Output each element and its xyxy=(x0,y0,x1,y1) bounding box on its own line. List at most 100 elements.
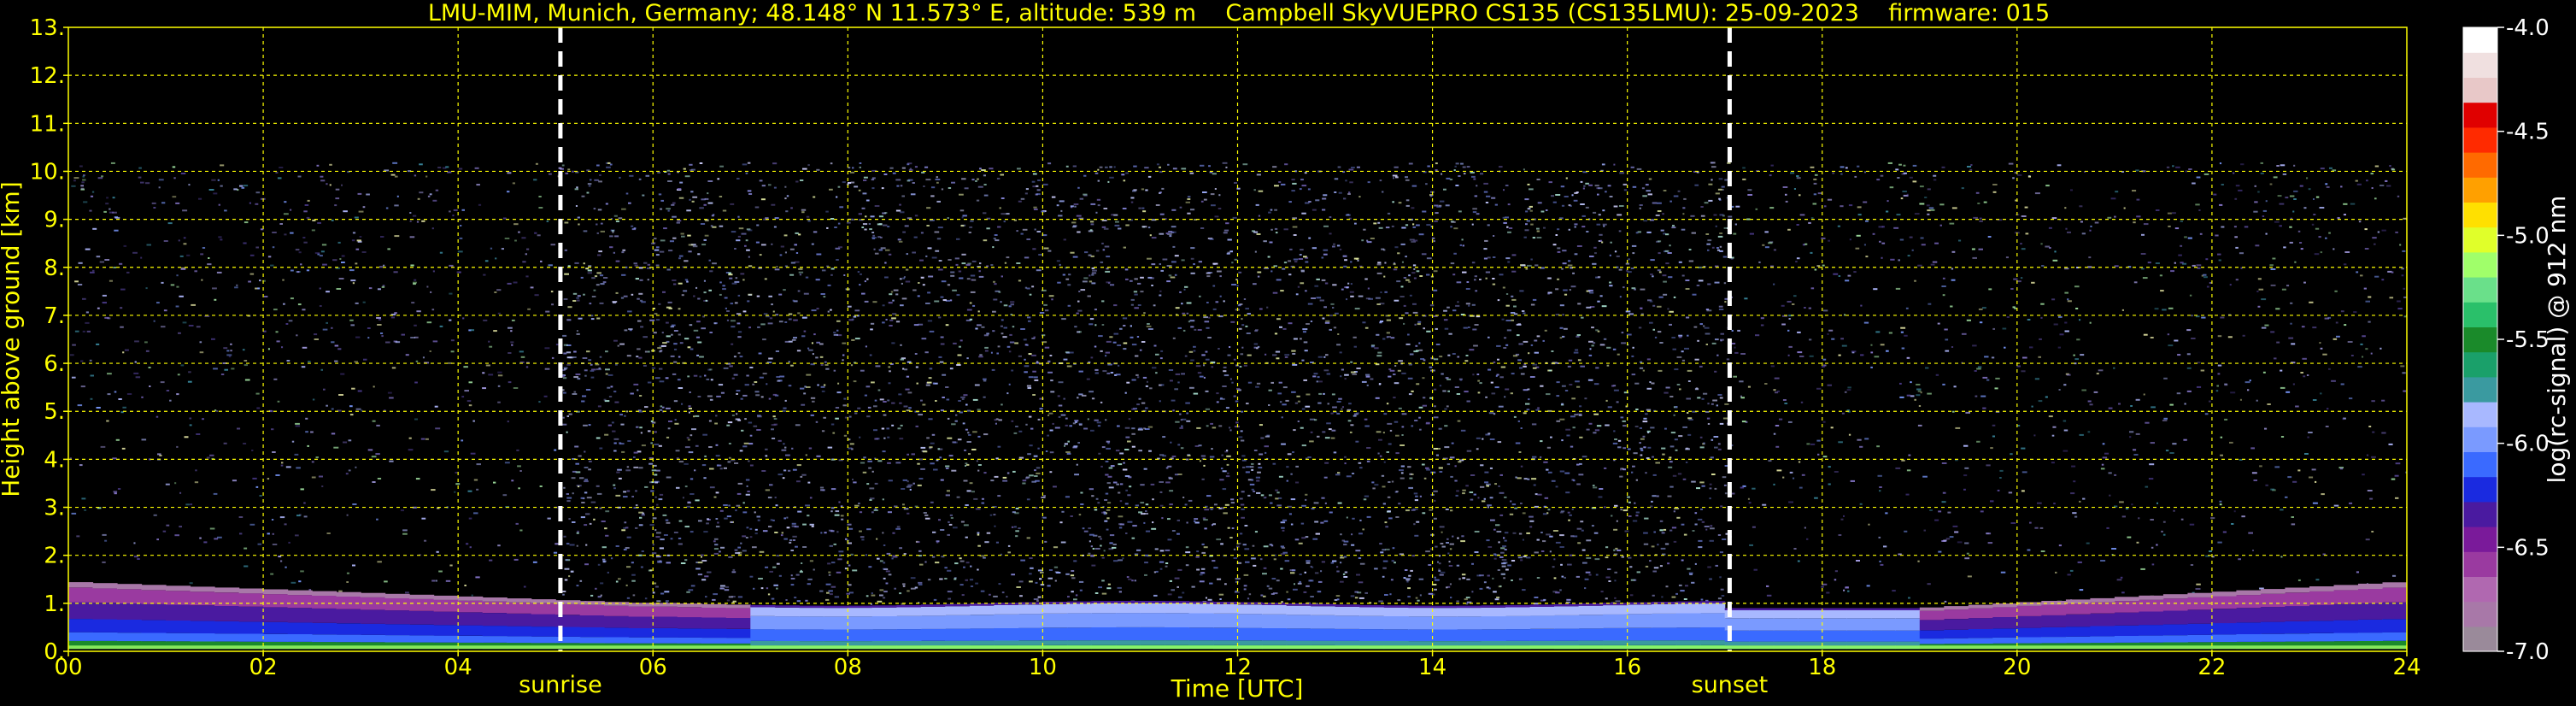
noise-speck xyxy=(1127,440,1131,443)
noise-speck xyxy=(2320,168,2325,170)
noise-speck xyxy=(455,483,461,485)
noise-speck xyxy=(2219,503,2222,506)
noise-speck xyxy=(2286,285,2290,287)
noise-speck xyxy=(965,536,968,538)
noise-speck xyxy=(1292,451,1294,453)
noise-speck xyxy=(1749,544,1753,546)
noise-speck xyxy=(931,186,936,189)
noise-speck xyxy=(1693,326,1698,328)
noise-speck xyxy=(1705,528,1708,531)
noise-speck xyxy=(1334,191,1337,193)
noise-speck xyxy=(1646,409,1652,411)
noise-speck xyxy=(629,174,634,177)
noise-speck xyxy=(1880,563,1884,566)
noise-speck xyxy=(1529,205,1533,208)
noise-speck xyxy=(1417,599,1420,602)
noise-speck xyxy=(1015,530,1019,532)
noise-speck xyxy=(1386,332,1390,334)
noise-speck xyxy=(742,550,747,552)
noise-speck xyxy=(977,568,979,571)
noise-speck xyxy=(613,484,616,486)
noise-speck xyxy=(1311,566,1314,568)
noise-speck xyxy=(2131,503,2133,506)
noise-speck xyxy=(1455,185,1459,186)
noise-speck xyxy=(819,590,824,592)
noise-speck xyxy=(1527,183,1530,185)
noise-speck xyxy=(2065,227,2068,230)
noise-speck xyxy=(283,303,285,305)
noise-speck xyxy=(377,324,382,326)
noise-speck xyxy=(224,368,228,371)
noise-speck xyxy=(2132,190,2137,192)
noise-speck xyxy=(2297,230,2301,232)
noise-speck xyxy=(1460,162,1464,165)
noise-speck xyxy=(900,185,903,187)
noise-speck xyxy=(588,185,591,187)
noise-speck xyxy=(1520,427,1523,429)
noise-speck xyxy=(564,568,570,570)
noise-speck xyxy=(2029,346,2033,349)
noise-speck xyxy=(990,264,994,266)
noise-speck xyxy=(1639,204,1643,206)
noise-speck xyxy=(1899,382,1902,385)
noise-speck xyxy=(1555,541,1561,544)
noise-speck xyxy=(1002,476,1007,479)
noise-speck xyxy=(1524,198,1529,201)
noise-speck xyxy=(645,174,650,177)
noise-speck xyxy=(1283,228,1288,231)
noise-speck xyxy=(2368,321,2371,323)
noise-speck xyxy=(1747,194,1753,196)
noise-speck xyxy=(1572,272,1575,274)
noise-speck xyxy=(1029,293,1032,296)
noise-speck xyxy=(788,385,792,387)
noise-speck xyxy=(295,422,300,425)
noise-speck xyxy=(1222,470,1227,473)
noise-speck xyxy=(1631,374,1636,376)
noise-speck xyxy=(1838,275,1841,277)
noise-speck xyxy=(1083,427,1088,430)
noise-speck xyxy=(475,576,480,579)
noise-speck xyxy=(2186,353,2191,356)
noise-speck xyxy=(726,599,731,602)
noise-speck xyxy=(753,587,755,590)
noise-speck xyxy=(594,275,598,278)
noise-speck xyxy=(497,312,501,315)
noise-speck xyxy=(1876,179,1881,181)
noise-speck xyxy=(464,390,469,392)
noise-speck xyxy=(2172,212,2176,215)
noise-speck xyxy=(941,188,944,191)
noise-speck xyxy=(1646,190,1651,192)
noise-speck xyxy=(1322,317,1325,320)
noise-speck xyxy=(1567,365,1571,368)
noise-speck xyxy=(1477,379,1480,382)
noise-speck xyxy=(565,172,569,174)
noise-speck xyxy=(339,258,342,260)
noise-speck xyxy=(807,515,810,517)
noise-speck xyxy=(2280,509,2284,511)
noise-speck xyxy=(1568,519,1570,521)
noise-speck xyxy=(1588,340,1593,343)
noise-speck xyxy=(957,354,962,356)
noise-speck xyxy=(1911,249,1914,251)
noise-speck xyxy=(1497,299,1500,302)
noise-speck xyxy=(1448,332,1452,335)
noise-speck xyxy=(1787,354,1790,356)
noise-speck xyxy=(677,379,681,381)
noise-speck xyxy=(1724,492,1728,495)
noise-speck xyxy=(1223,366,1227,368)
noise-speck xyxy=(1275,489,1278,491)
noise-speck xyxy=(1593,211,1597,214)
noise-speck xyxy=(1472,374,1475,376)
noise-speck xyxy=(2219,203,2223,206)
noise-speck xyxy=(1059,521,1063,524)
noise-speck xyxy=(689,531,694,533)
noise-speck xyxy=(585,389,591,391)
noise-speck xyxy=(1711,474,1716,475)
noise-speck xyxy=(754,391,760,393)
noise-speck xyxy=(1399,317,1404,320)
noise-speck xyxy=(1459,379,1463,381)
noise-speck xyxy=(1446,586,1448,589)
noise-speck xyxy=(918,282,920,284)
noise-speck xyxy=(1675,406,1678,409)
noise-speck xyxy=(202,418,204,421)
